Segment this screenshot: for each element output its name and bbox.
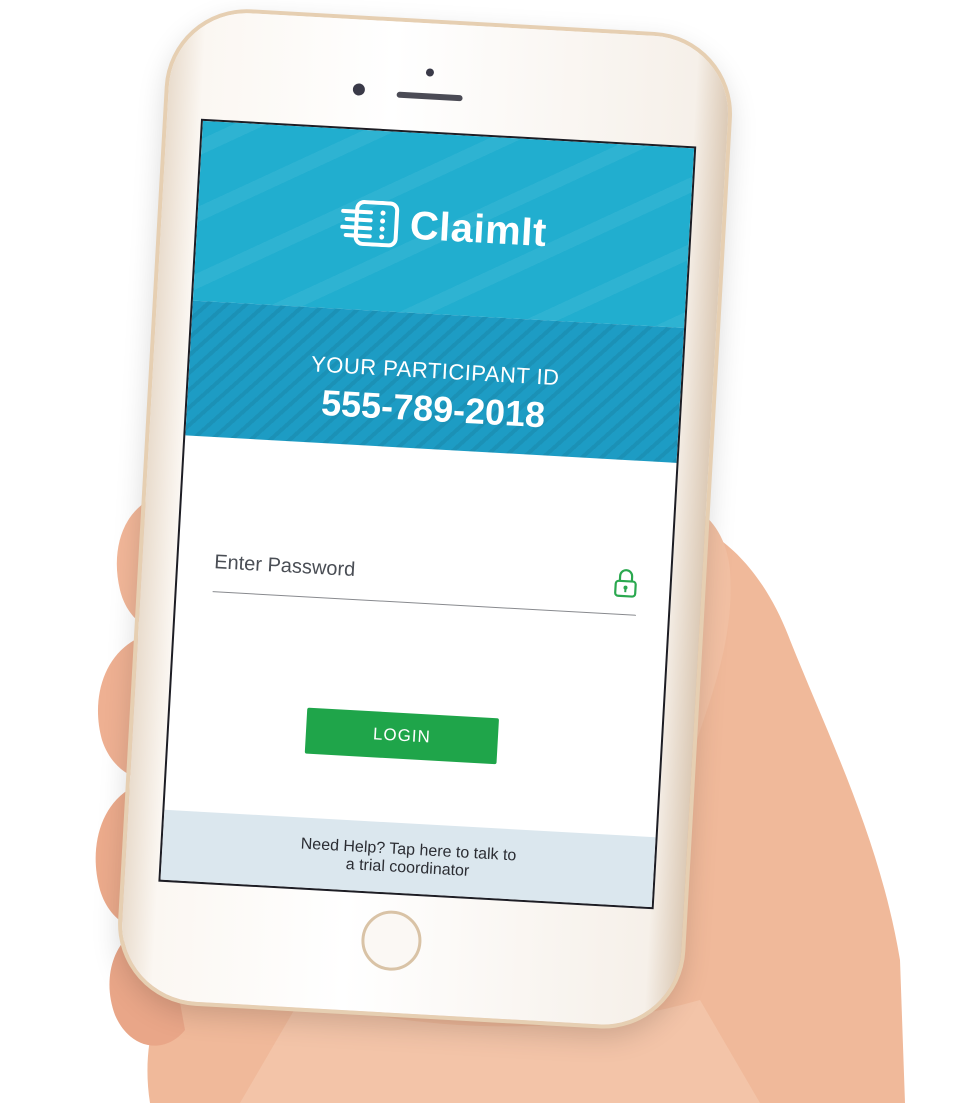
app-logo: ClaimIt <box>196 191 690 264</box>
password-field <box>212 535 640 616</box>
login-button[interactable]: LOGIN <box>304 707 500 765</box>
lock-icon <box>614 569 637 598</box>
front-camera-icon <box>352 83 366 96</box>
password-input[interactable] <box>212 535 586 610</box>
brand-name: ClaimIt <box>408 203 548 255</box>
header-banner: ClaimIt <box>192 120 695 329</box>
phone-body: ClaimIt YOUR PARTICIPANT ID 555-789-2018… <box>117 9 733 1029</box>
earpiece-speaker <box>396 91 463 102</box>
document-list-icon <box>339 199 399 248</box>
proximity-sensor <box>425 68 435 77</box>
phone-device: ClaimIt YOUR PARTICIPANT ID 555-789-2018… <box>117 9 772 1031</box>
home-button[interactable] <box>359 909 424 973</box>
app-screen: ClaimIt YOUR PARTICIPANT ID 555-789-2018… <box>158 118 697 910</box>
participant-id-section: YOUR PARTICIPANT ID 555-789-2018 <box>185 300 685 463</box>
help-link[interactable]: Need Help? Tap here to talk to a trial c… <box>160 809 656 908</box>
